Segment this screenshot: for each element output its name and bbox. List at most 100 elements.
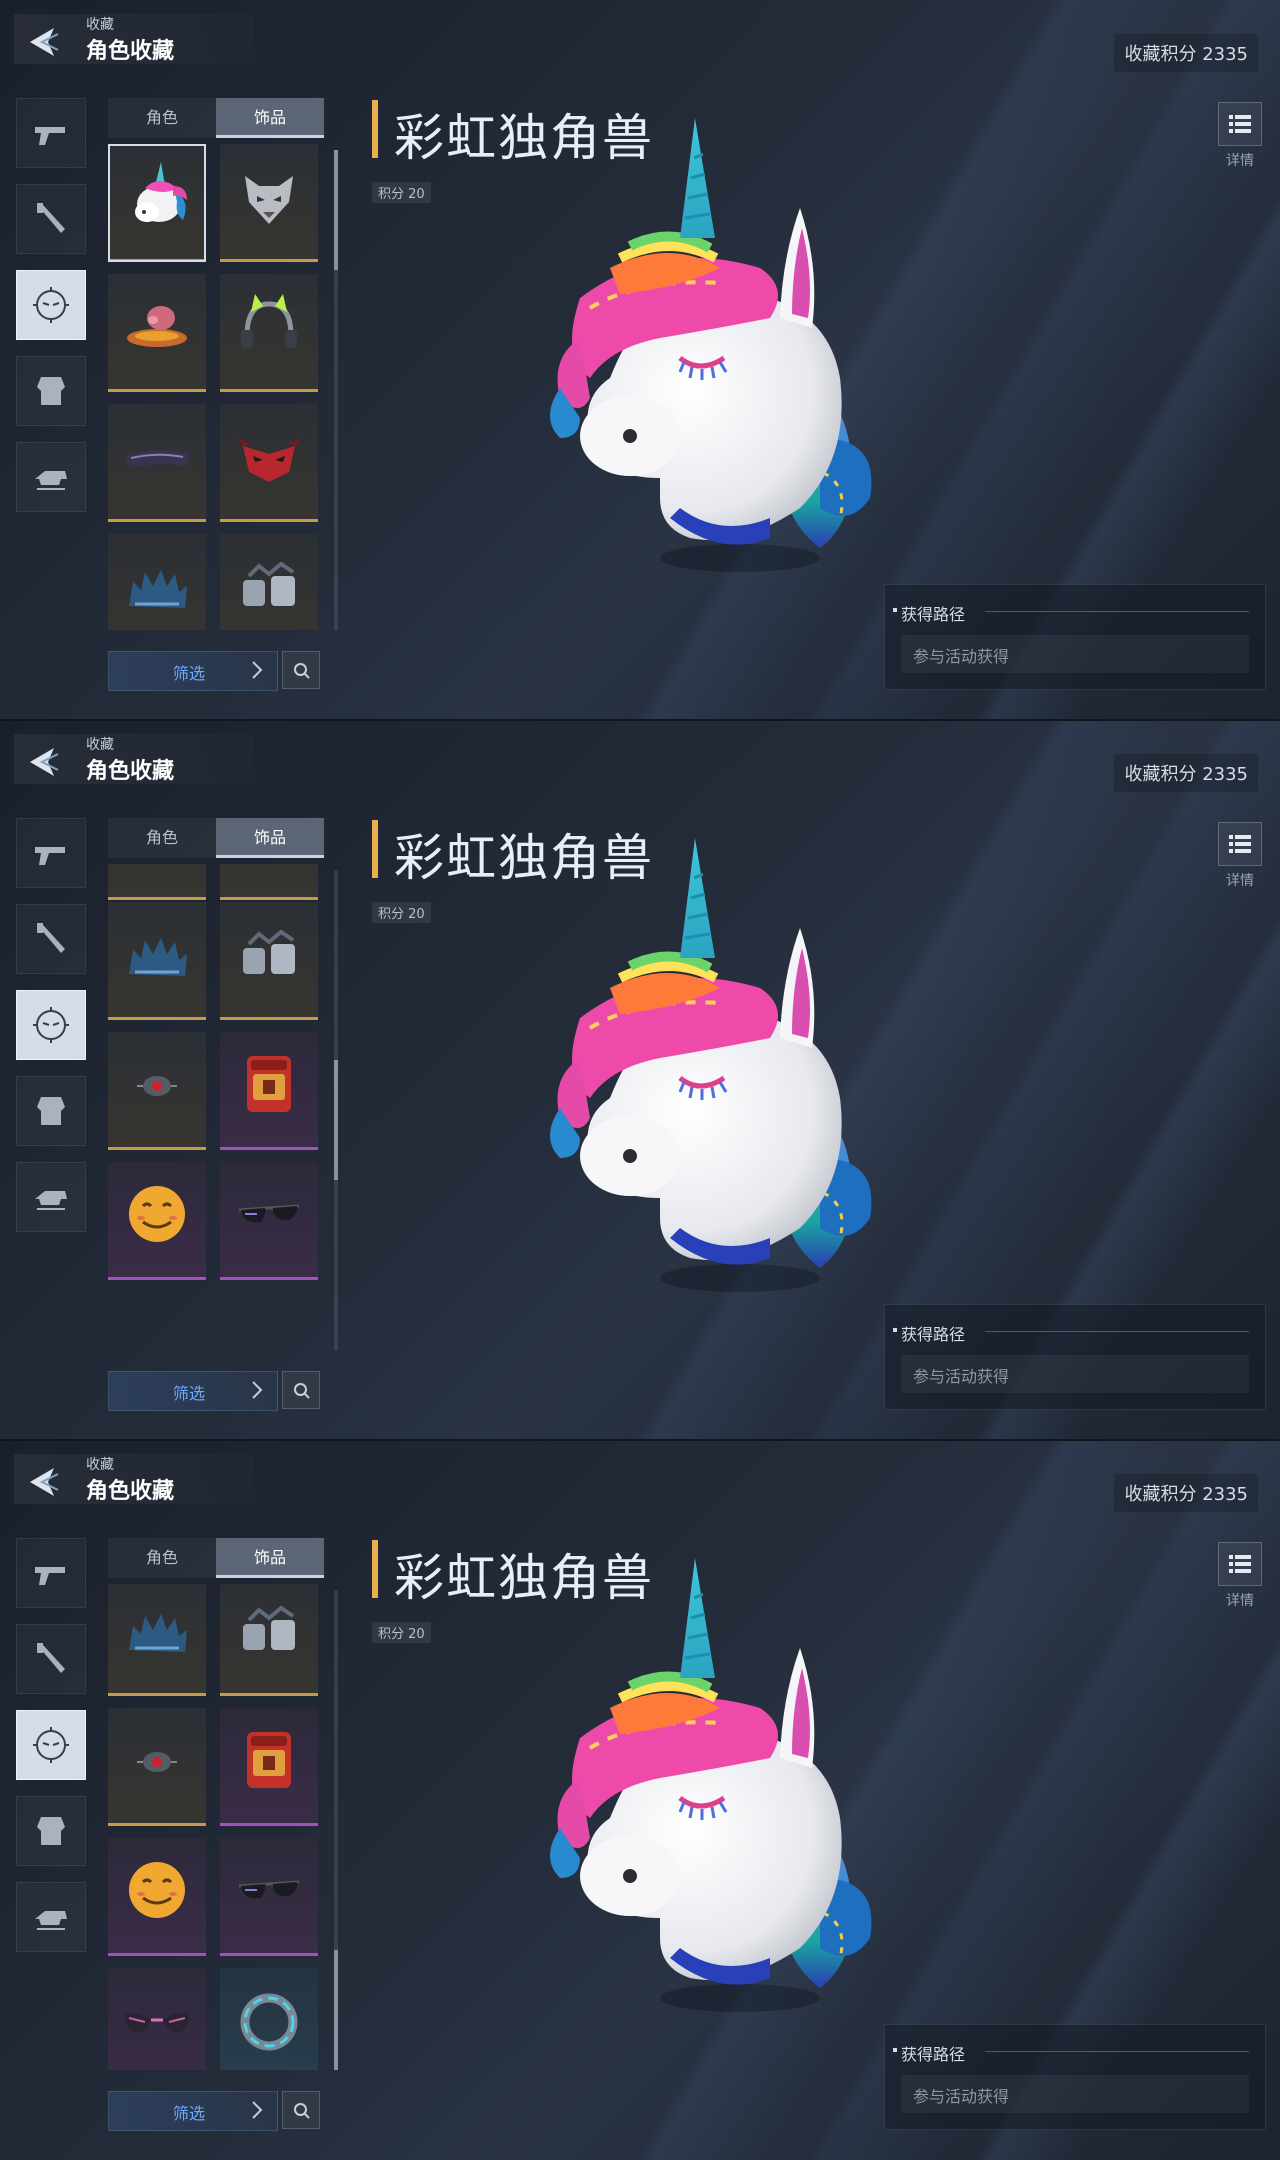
red-eye-device-item[interactable]: [108, 1032, 206, 1150]
smiley-face-item[interactable]: [108, 1838, 206, 1956]
divider: [985, 2051, 1249, 2052]
page-title: 角色收藏: [86, 759, 175, 784]
back-button[interactable]: [20, 20, 64, 64]
search-button[interactable]: [282, 2091, 320, 2129]
dark-visor-item[interactable]: [108, 404, 206, 522]
item-points: 积分 20: [372, 1622, 431, 1643]
tab-bar: 角色 饰品: [108, 818, 324, 858]
frame-separator: [0, 719, 1280, 721]
grid-scrollbar[interactable]: [334, 150, 338, 630]
smiley-face-item[interactable]: [108, 1162, 206, 1280]
scroll-thumb[interactable]: [334, 1950, 338, 2070]
details-button[interactable]: [1218, 102, 1262, 146]
scroll-thumb[interactable]: [334, 1060, 338, 1180]
page-title: 角色收藏: [86, 39, 175, 64]
unicorn-head-model[interactable]: [520, 838, 940, 1298]
silver-armor-item[interactable]: [220, 902, 318, 1020]
item-grid: [108, 1584, 328, 2070]
back-arrow-icon: [30, 28, 59, 56]
acquisition-method: 参与活动获得: [901, 1355, 1249, 1393]
tab-characters[interactable]: 角色: [108, 1538, 216, 1578]
partial-item-b[interactable]: [220, 864, 318, 900]
acquisition-panel: 获得路径 参与活动获得: [884, 1304, 1266, 1410]
category-armor[interactable]: [16, 1796, 86, 1866]
acquisition-text: 参与活动获得: [913, 647, 1010, 666]
item-points: 积分 20: [372, 182, 431, 203]
screen-frame: 收藏 角色收藏 收藏积分 2335 角色 饰品 筛选 彩虹独角兽 积分 20 详…: [0, 720, 1280, 1440]
bullet-icon: [893, 608, 897, 612]
search-button[interactable]: [282, 1371, 320, 1409]
category-pistol[interactable]: [16, 98, 86, 168]
details-button[interactable]: [1218, 822, 1262, 866]
sunglasses-item[interactable]: [220, 1838, 318, 1956]
screen-frame: 收藏 角色收藏 收藏积分 2335 角色 饰品 筛选 彩虹独角兽 积分 20 详…: [0, 0, 1280, 720]
screen-frame: 收藏 角色收藏 收藏积分 2335 角色 饰品 筛选 彩虹独角兽 积分 20 详…: [0, 1440, 1280, 2160]
acquisition-title: 获得路径: [901, 1325, 966, 1344]
acquisition-method: 参与活动获得: [901, 635, 1249, 673]
title-accent-bar: [372, 1540, 378, 1598]
tab-accessories[interactable]: 饰品: [216, 1538, 324, 1578]
search-button[interactable]: [282, 651, 320, 689]
blue-spiked-armor-item[interactable]: [108, 534, 206, 630]
filter-button[interactable]: 筛选: [108, 1371, 278, 1411]
red-mask-item[interactable]: [220, 404, 318, 522]
category-vehicle[interactable]: [16, 442, 86, 512]
chevron-right-icon: [249, 660, 265, 684]
tab-accessories[interactable]: 饰品: [216, 818, 324, 858]
filter-button[interactable]: 筛选: [108, 2091, 278, 2131]
category-pistol[interactable]: [16, 818, 86, 888]
category-vehicle[interactable]: [16, 1882, 86, 1952]
silver-armor-item[interactable]: [220, 534, 318, 630]
category-face[interactable]: [16, 270, 86, 340]
silver-armor-item[interactable]: [220, 1584, 318, 1696]
red-eye-device-item[interactable]: [108, 1708, 206, 1826]
red-backpack-item[interactable]: [220, 1708, 318, 1826]
back-button[interactable]: [20, 1460, 64, 1504]
unicorn-head-model[interactable]: [520, 118, 940, 578]
tab-accessories[interactable]: 饰品: [216, 98, 324, 138]
divider: [985, 611, 1249, 612]
header-subtitle: 收藏: [86, 737, 114, 753]
grid-scrollbar[interactable]: [334, 1590, 338, 2070]
partial-item-a[interactable]: [108, 864, 206, 900]
cyan-ring-item[interactable]: [220, 1968, 318, 2070]
chevron-right-icon: [249, 1380, 265, 1404]
acquisition-title: 获得路径: [901, 2045, 966, 2064]
bullet-icon: [893, 1328, 897, 1332]
header-subtitle: 收藏: [86, 1457, 114, 1473]
tab-characters[interactable]: 角色: [108, 818, 216, 858]
red-backpack-item[interactable]: [220, 1032, 318, 1150]
collection-score: 收藏积分 2335: [1114, 1474, 1258, 1512]
filter-label: 筛选: [173, 1384, 206, 1403]
category-face[interactable]: [16, 1710, 86, 1780]
tab-characters[interactable]: 角色: [108, 98, 216, 138]
unicorn-head-item[interactable]: [108, 144, 206, 262]
wolf-mask-item[interactable]: [220, 144, 318, 262]
ufo-pig-item[interactable]: [108, 274, 206, 392]
blue-spiked-armor-item[interactable]: [108, 1584, 206, 1696]
frame-separator: [0, 1439, 1280, 1441]
sunglasses-item[interactable]: [220, 1162, 318, 1280]
collection-score: 收藏积分 2335: [1114, 34, 1258, 72]
blue-spiked-armor-item[interactable]: [108, 902, 206, 1020]
category-armor[interactable]: [16, 1076, 86, 1146]
category-melee[interactable]: [16, 1624, 86, 1694]
back-arrow-icon: [30, 1468, 59, 1496]
unicorn-head-model[interactable]: [520, 1558, 940, 2018]
filter-button[interactable]: 筛选: [108, 651, 278, 691]
filter-label: 筛选: [173, 2104, 206, 2123]
back-button[interactable]: [20, 740, 64, 784]
category-vehicle[interactable]: [16, 1162, 86, 1232]
cat-eye-glasses-item[interactable]: [108, 1968, 206, 2070]
category-face[interactable]: [16, 990, 86, 1060]
scroll-thumb[interactable]: [334, 150, 338, 270]
category-armor[interactable]: [16, 356, 86, 426]
category-melee[interactable]: [16, 184, 86, 254]
category-pistol[interactable]: [16, 1538, 86, 1608]
item-grid: [108, 864, 328, 1350]
category-melee[interactable]: [16, 904, 86, 974]
grid-scrollbar[interactable]: [334, 870, 338, 1350]
collection-score: 收藏积分 2335: [1114, 754, 1258, 792]
details-button[interactable]: [1218, 1542, 1262, 1586]
cat-ear-headphones-item[interactable]: [220, 274, 318, 392]
